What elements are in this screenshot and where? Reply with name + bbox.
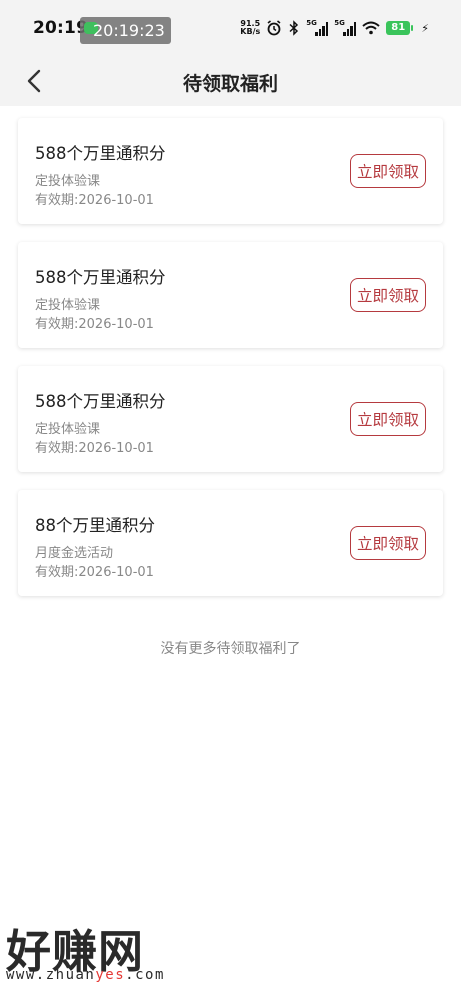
reward-description: 月度金选活动: [35, 546, 114, 561]
reward-card: 588个万里通积分 定投体验课 有效期:2026-10-01 立即领取: [18, 118, 443, 224]
watermark-url-suffix: .com: [125, 967, 165, 983]
page-title: 待领取福利: [182, 73, 278, 95]
claim-button[interactable]: 立即领取: [350, 154, 426, 188]
reward-list: 588个万里通积分 定投体验课 有效期:2026-10-01 立即领取 588个…: [18, 118, 443, 614]
net-speed: 91.5 KB/s: [240, 20, 260, 36]
wifi-icon: [362, 21, 380, 35]
claim-button[interactable]: 立即领取: [350, 402, 426, 436]
reward-description: 定投体验课: [35, 174, 101, 189]
reward-validity: 有效期:2026-10-01: [35, 193, 154, 208]
battery-tip: [411, 25, 414, 31]
reward-validity: 有效期:2026-10-01: [35, 441, 154, 456]
no-more-text: 没有更多待领取福利了: [160, 641, 301, 657]
charging-icon: ⚡: [421, 21, 429, 35]
reward-title: 588个万里通积分: [35, 392, 166, 411]
bluetooth-icon: [289, 20, 299, 36]
reward-title: 588个万里通积分: [35, 144, 166, 163]
status-icons: 91.5 KB/s 5G 5G 81 ⚡: [240, 19, 429, 36]
net-speed-unit: KB/s: [240, 27, 261, 36]
reward-validity: 有效期:2026-10-01: [35, 565, 154, 580]
reward-card: 588个万里通积分 定投体验课 有效期:2026-10-01 立即领取: [18, 242, 443, 348]
reward-validity: 有效期:2026-10-01: [35, 317, 154, 332]
reward-card: 88个万里通积分 月度金选活动 有效期:2026-10-01 立即领取: [18, 490, 443, 596]
reward-description: 定投体验课: [35, 422, 101, 437]
reward-description: 定投体验课: [35, 298, 101, 313]
battery-level: 81: [386, 21, 411, 35]
battery-icon: 81: [386, 21, 414, 35]
overlay-time: 20:19:23: [93, 21, 165, 40]
nav-header: 待领取福利: [0, 58, 461, 106]
signal-icon: 5G: [306, 19, 329, 36]
reward-title: 588个万里通积分: [35, 268, 166, 287]
watermark-url: www.zhuanyes.com: [6, 967, 165, 983]
time-overlay: 20:19:23: [80, 17, 171, 44]
claim-button[interactable]: 立即领取: [350, 526, 426, 560]
watermark-url-prefix: www.zhuan: [6, 967, 96, 983]
signal-icon: 5G: [334, 19, 357, 36]
reward-card: 588个万里通积分 定投体验课 有效期:2026-10-01 立即领取: [18, 366, 443, 472]
alarm-icon: [267, 20, 281, 36]
watermark-url-highlight: yes: [95, 967, 126, 983]
reward-title: 88个万里通积分: [35, 516, 155, 535]
claim-button[interactable]: 立即领取: [350, 278, 426, 312]
status-bar: 20:19 20:19:23 91.5 KB/s 5G 5G 81 ⚡: [0, 0, 461, 58]
